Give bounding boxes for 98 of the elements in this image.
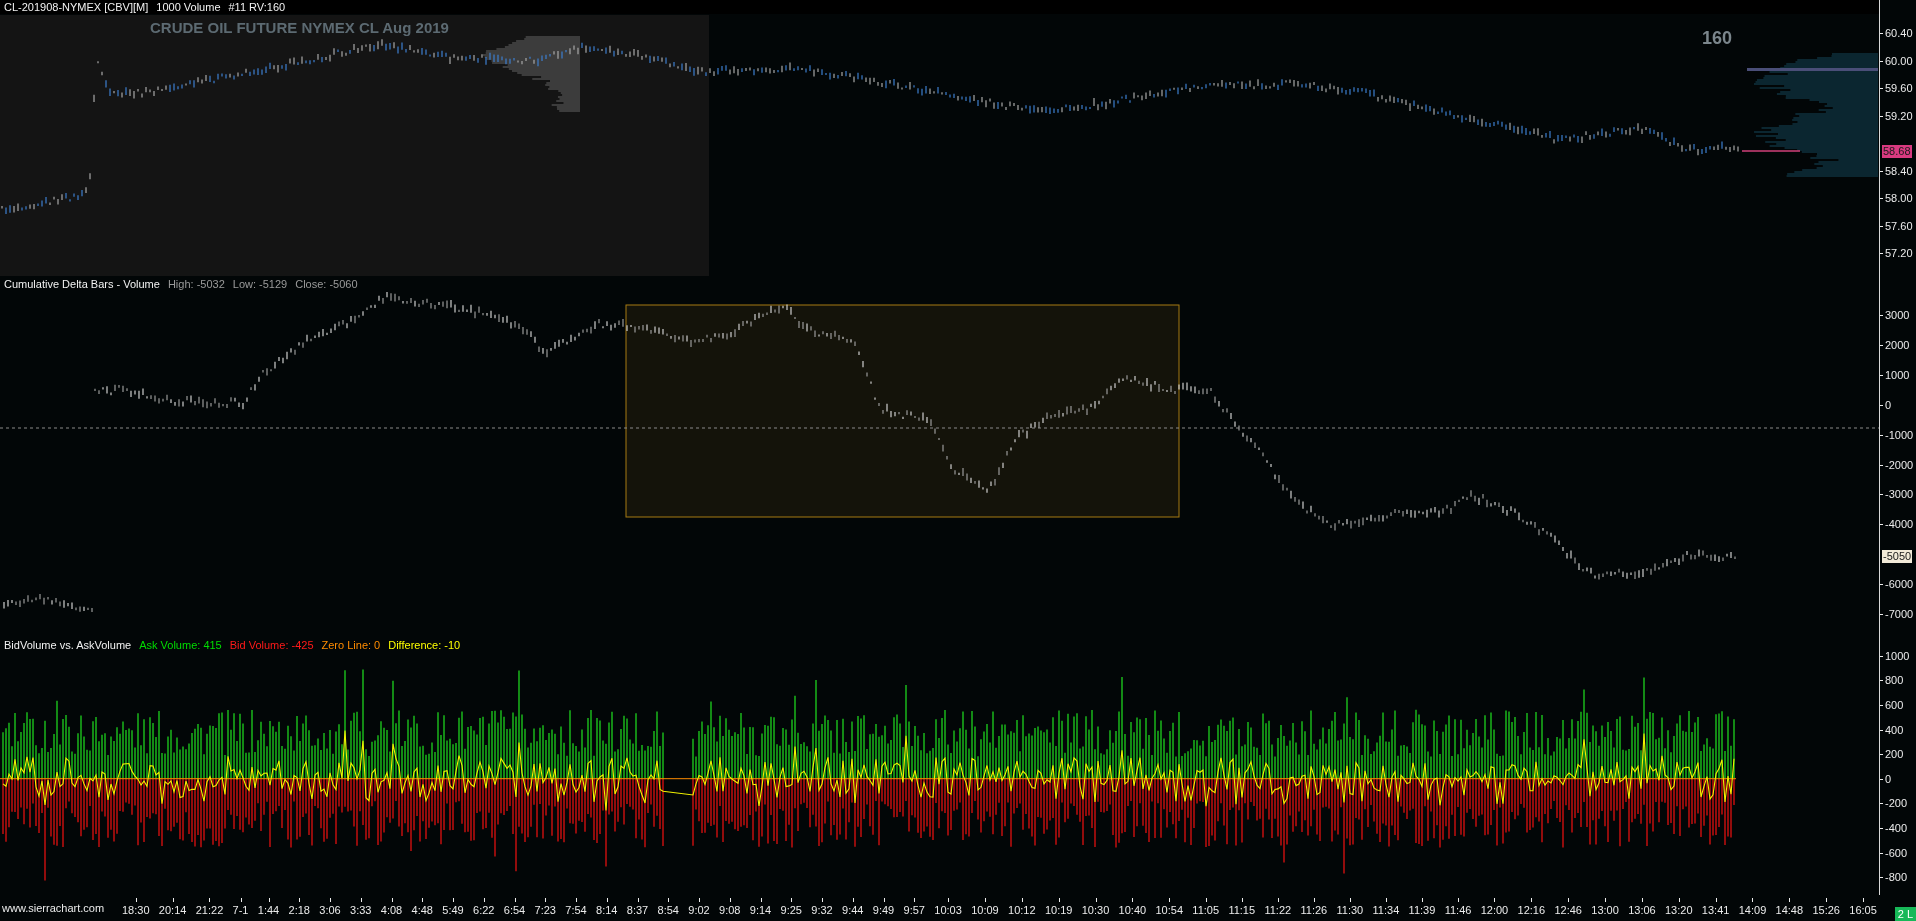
- axis-label: -6000: [1880, 578, 1914, 592]
- time-label: 3:33: [350, 900, 372, 916]
- time-label: 11:22: [1264, 900, 1292, 916]
- chart-title: CRUDE OIL FUTURE NYMEX CL Aug 2019: [150, 19, 449, 36]
- time-label: 8:54: [657, 900, 679, 916]
- time-label: 4:08: [380, 900, 403, 916]
- time-label: 9:14: [749, 900, 772, 916]
- axis-label: -400: [1880, 821, 1908, 835]
- time-label: 4:48: [411, 900, 433, 916]
- bar-period: 1000 Volume: [156, 0, 221, 14]
- time-label: 2:18: [288, 900, 310, 916]
- axis-label: 57.20: [1880, 247, 1913, 260]
- chart-number: #11 RV:160: [228, 0, 286, 14]
- axis-label: 58.40: [1880, 164, 1913, 178]
- time-label: 3:06: [319, 900, 341, 916]
- time-label: 9:08: [719, 900, 741, 916]
- study-value: Difference: -10: [388, 638, 461, 652]
- time-label: 11:05: [1192, 900, 1220, 916]
- time-label: 15:26: [1812, 900, 1840, 916]
- time-label: 13:41: [1701, 900, 1730, 916]
- axis-label: 200: [1880, 748, 1904, 762]
- time-label: 5:49: [442, 900, 464, 916]
- time-label: 8:37: [626, 900, 649, 916]
- study-value: Close: -5060: [295, 277, 358, 291]
- axis-label: -2000: [1880, 458, 1914, 472]
- status-badge: 2 L: [1894, 907, 1916, 921]
- time-label: 11:39: [1408, 900, 1436, 916]
- time-label: 10:54: [1155, 900, 1183, 916]
- time-label: 7:54: [565, 900, 587, 916]
- axis-label: 0: [1880, 398, 1892, 412]
- time-label: 12:46: [1554, 900, 1582, 916]
- time-label: 13:06: [1628, 900, 1656, 916]
- time-label: 9:44: [842, 900, 864, 916]
- axis-label: 59.20: [1880, 109, 1913, 123]
- study-value: Ask Volume: 415: [139, 638, 222, 652]
- axis-label: 57.60: [1880, 219, 1913, 233]
- time-label: 14:09: [1738, 900, 1767, 916]
- time-label: 9:02: [688, 900, 710, 916]
- time-label: 12:00: [1480, 900, 1509, 916]
- time-label: 9:25: [780, 900, 802, 916]
- bar-counter: 160: [1702, 28, 1733, 49]
- time-label: 10:03: [934, 900, 962, 916]
- axis-label: 60.40: [1880, 27, 1913, 40]
- time-label: 7-1: [232, 900, 249, 916]
- axis-label: 1000: [1880, 649, 1910, 663]
- study-name: BidVolume vs. AskVolume: [4, 638, 132, 652]
- time-label: 7:23: [534, 900, 556, 916]
- axis-label: -200: [1880, 797, 1908, 811]
- axis-label: 600: [1880, 698, 1904, 712]
- time-label: 13:00: [1591, 900, 1619, 916]
- time-label: 10:19: [1044, 900, 1073, 916]
- time-label: 11:26: [1300, 900, 1328, 916]
- time-label: 13:20: [1665, 900, 1693, 916]
- study-value: Bid Volume: -425: [229, 638, 314, 652]
- time-label: 8:14: [596, 900, 618, 916]
- time-label: 10:40: [1118, 900, 1147, 916]
- axis-label: -1000: [1880, 428, 1914, 442]
- axis-label: 59.60: [1880, 82, 1913, 95]
- time-label: 16:05: [1849, 900, 1877, 916]
- value-marker: 58.68: [1882, 145, 1912, 159]
- time-label: 10:09: [971, 900, 999, 916]
- axis-label: 1000: [1880, 368, 1910, 382]
- axis-label: 58.00: [1880, 192, 1913, 205]
- time-label: 10:30: [1081, 900, 1110, 916]
- time-label: 11:46: [1444, 900, 1472, 916]
- time-label: 6:22: [473, 900, 495, 916]
- website-link[interactable]: www.sierrachart.com: [0, 902, 116, 914]
- time-label: 1:44: [257, 900, 280, 916]
- axis-label: 2000: [1880, 338, 1910, 352]
- time-label: 10:12: [1008, 900, 1036, 916]
- axis-label: -7000: [1880, 608, 1914, 621]
- time-label: 11:30: [1336, 900, 1364, 916]
- axis-label: -3000: [1880, 488, 1914, 502]
- time-label: 11:15: [1228, 900, 1256, 916]
- time-label: 21:22: [195, 900, 224, 916]
- chart-symbol: CL-201908-NYMEX [CBV][M]: [4, 0, 149, 14]
- time-label: 9:32: [811, 900, 833, 916]
- value-marker: -5050: [1882, 549, 1913, 563]
- time-label: 18:30: [122, 900, 150, 916]
- axis-label: -800: [1880, 871, 1908, 885]
- time-label: 20:14: [158, 900, 187, 916]
- axis-label: -4000: [1880, 518, 1914, 532]
- axis-label: 3000: [1880, 309, 1910, 322]
- time-label: 9:49: [872, 900, 895, 916]
- study-value: Zero Line: 0: [321, 638, 381, 652]
- time-label: 11:34: [1372, 900, 1400, 916]
- time-label: 14:48: [1775, 900, 1804, 916]
- time-label: 12:16: [1517, 900, 1546, 916]
- time-label: 9:57: [903, 900, 925, 916]
- study-value: Low: -5129: [232, 277, 288, 291]
- axis-label: -600: [1880, 846, 1908, 860]
- time-label: 6:54: [503, 900, 526, 916]
- axis-label: 0: [1880, 772, 1892, 786]
- axis-label: 400: [1880, 723, 1904, 737]
- study-value: High: -5032: [167, 277, 225, 291]
- study-name: Cumulative Delta Bars - Volume: [4, 277, 160, 291]
- axis-label: 60.00: [1880, 54, 1913, 68]
- axis-label: 800: [1880, 674, 1904, 688]
